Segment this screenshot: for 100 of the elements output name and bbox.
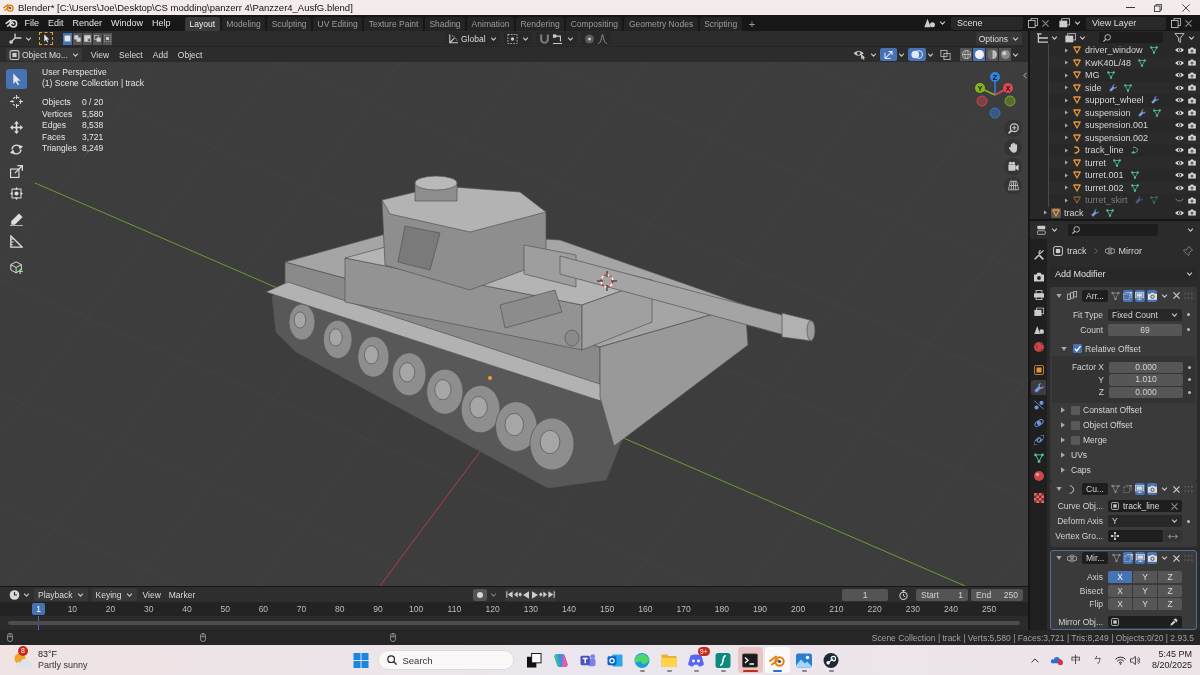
subpanel-title[interactable]: UVs (1071, 450, 1088, 460)
orientation-dropdown[interactable]: Global (445, 32, 500, 45)
checkbox[interactable] (1071, 435, 1080, 445)
drag-handle-icon[interactable] (1184, 292, 1193, 299)
menu-item[interactable]: Select (114, 47, 148, 62)
caret-icon[interactable] (898, 52, 905, 57)
render-toggle[interactable] (1147, 483, 1157, 495)
selection-mode-button[interactable] (83, 32, 92, 45)
camera-icon[interactable] (1188, 46, 1196, 54)
scene-name-field[interactable]: Scene (951, 16, 1023, 30)
shading-mode-button[interactable] (973, 48, 985, 61)
properties-tab[interactable] (1031, 490, 1046, 506)
eye-icon[interactable] (1175, 47, 1184, 54)
tank-model[interactable] (265, 175, 816, 489)
search-field[interactable]: Search (377, 650, 514, 670)
axis-toggle[interactable]: X (1108, 584, 1132, 597)
eye-icon[interactable] (1175, 209, 1184, 216)
camera-icon[interactable] (1188, 184, 1196, 192)
drag-handle-icon[interactable] (1184, 555, 1193, 561)
mesh-data-icon[interactable] (1113, 158, 1121, 167)
subpanel-title[interactable]: Merge (1083, 435, 1108, 445)
display-mode-button[interactable] (1035, 31, 1060, 44)
properties-tab[interactable] (1031, 380, 1046, 396)
axis-toggle[interactable]: Y (1133, 598, 1157, 611)
ring-logo-icon[interactable] (5, 18, 18, 28)
mesh-data-icon[interactable] (1123, 83, 1132, 92)
camera-icon[interactable] (1188, 196, 1196, 204)
drag-handle-icon[interactable] (1184, 486, 1193, 492)
checkbox[interactable] (1071, 420, 1080, 430)
properties-tab[interactable] (1031, 450, 1046, 466)
workspace-tab[interactable]: Shading (424, 17, 466, 31)
shading-mode-button[interactable] (960, 48, 972, 61)
chevron-left-icon[interactable] (1023, 72, 1027, 79)
end-frame-field[interactable]: End 250 (971, 588, 1023, 601)
speaker-icon[interactable] (1129, 655, 1140, 665)
tool-button[interactable] (6, 69, 27, 89)
camera-icon[interactable] (1188, 134, 1196, 142)
menu-item[interactable]: Help (147, 16, 176, 30)
expand-arrow-icon[interactable] (1065, 47, 1068, 53)
workspace-tab[interactable]: UV Editing (313, 17, 363, 31)
on-cage-toggle[interactable] (1122, 483, 1133, 495)
dropdown[interactable]: Y (1108, 515, 1182, 527)
copy-icon[interactable] (1171, 18, 1181, 28)
camera-icon[interactable] (1188, 109, 1196, 117)
edit-mode-toggle[interactable] (1110, 483, 1121, 495)
wrench-icon[interactable] (1150, 96, 1159, 105)
wrench-icon[interactable] (1108, 83, 1117, 92)
caret-icon[interactable] (1161, 556, 1168, 560)
eye-icon[interactable] (1175, 134, 1184, 141)
menu-item[interactable]: Render (68, 16, 107, 30)
auto-keying-button[interactable] (473, 588, 488, 601)
triangle-icon[interactable] (1072, 157, 1082, 168)
close-icon[interactable] (1185, 19, 1192, 27)
filter-button[interactable] (1172, 31, 1197, 44)
subpanel-title[interactable]: Caps (1071, 465, 1091, 475)
close-icon[interactable] (1173, 485, 1180, 493)
dot-icon[interactable] (1187, 313, 1190, 316)
viewport-toggle[interactable] (1135, 552, 1146, 564)
number-field[interactable]: 1.010 (1109, 374, 1183, 386)
taskbar-app-button[interactable] (737, 647, 763, 673)
expand-arrow-icon[interactable] (1044, 210, 1047, 216)
properties-tab[interactable] (1031, 362, 1046, 378)
on-cage-toggle[interactable] (1123, 552, 1134, 564)
triangle-icon[interactable] (1072, 182, 1082, 193)
viewport-toggle[interactable] (1135, 289, 1145, 302)
disclosure-triangle-icon[interactable] (1061, 467, 1065, 473)
triangle-icon[interactable] (1072, 57, 1082, 68)
camera-icon[interactable] (1188, 71, 1196, 79)
triangle-icon[interactable] (1072, 45, 1082, 56)
disclosure-triangle-icon[interactable] (1061, 452, 1065, 458)
disclosure-triangle-icon[interactable] (1061, 437, 1065, 443)
menu-item[interactable]: Marker (164, 588, 200, 601)
eye-icon[interactable] (1175, 84, 1184, 91)
properties-tab[interactable] (1031, 247, 1046, 262)
view-layer-browse-button[interactable] (1057, 16, 1083, 30)
mode-dropdown[interactable]: Object Mo... (6, 48, 82, 61)
view-layer-name-field[interactable]: View Layer (1086, 16, 1166, 30)
editor-type-button[interactable] (7, 588, 32, 601)
jump-start-button[interactable] (505, 588, 514, 601)
dot-icon[interactable] (1188, 365, 1191, 369)
eye-icon[interactable] (1175, 72, 1184, 79)
clock-date[interactable]: 8/20/2025 (1151, 660, 1192, 671)
properties-tab[interactable] (1031, 432, 1046, 448)
negative-axis-dot-icon[interactable] (989, 107, 1001, 119)
menu-item[interactable]: Add (147, 47, 173, 62)
workspace-tab[interactable]: Compositing (566, 17, 623, 31)
camera-icon[interactable] (1188, 146, 1196, 154)
triangle-icon[interactable] (1072, 132, 1082, 143)
negative-axis-dot-icon[interactable] (1004, 95, 1016, 107)
mesh-data-icon[interactable] (1105, 208, 1114, 217)
triangle-icon[interactable] (1072, 95, 1082, 106)
caret-icon[interactable] (1161, 487, 1168, 491)
chevron-up-icon[interactable] (1030, 657, 1039, 663)
selection-mode-button[interactable] (93, 32, 102, 45)
triangle-icon[interactable] (1072, 70, 1082, 81)
caret-icon[interactable] (1187, 228, 1194, 232)
close-icon[interactable] (1173, 292, 1180, 299)
number-field[interactable]: 0.000 (1109, 386, 1183, 398)
dot-icon[interactable] (1187, 519, 1190, 523)
pin-icon[interactable] (1183, 246, 1193, 256)
